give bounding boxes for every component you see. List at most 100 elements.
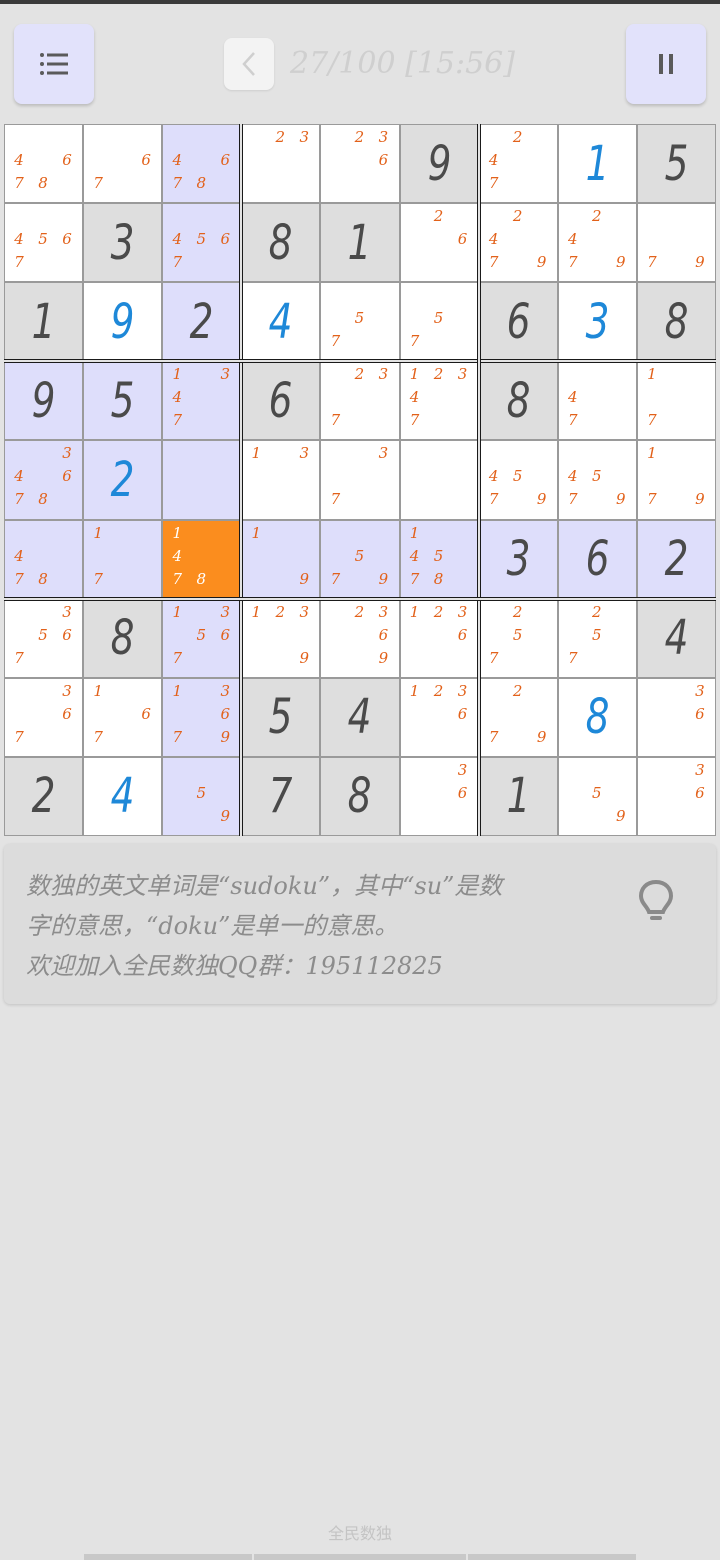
sudoku-cell[interactable]: 17	[84, 520, 162, 598]
sudoku-cell[interactable]: 2	[163, 283, 241, 361]
sudoku-cell[interactable]: 37	[321, 441, 399, 519]
sudoku-cell[interactable]: 1	[558, 125, 636, 203]
sudoku-cell[interactable]: 36	[637, 757, 715, 835]
given-digit: 5	[110, 372, 135, 429]
sudoku-cell[interactable]	[400, 441, 478, 519]
sudoku-cell[interactable]: 13	[242, 441, 320, 519]
sudoku-cell[interactable]: 57	[400, 283, 478, 361]
sudoku-cell[interactable]: 123 6	[400, 678, 478, 756]
sudoku-cell[interactable]: 24 7 9	[558, 204, 636, 282]
sudoku-cell[interactable]: 9	[5, 362, 83, 440]
candidate-note: 7	[488, 727, 499, 746]
sudoku-cell[interactable]: 3 4 6 78	[5, 441, 83, 519]
sudoku-cell[interactable]: 23 6	[321, 125, 399, 203]
sudoku-cell[interactable]: 3 6 7	[5, 678, 83, 756]
sudoku-cell[interactable]: 9	[84, 283, 162, 361]
candidate-note: 5	[512, 625, 523, 644]
sudoku-cell[interactable]: 123 4 7	[400, 362, 478, 440]
sudoku-cell[interactable]: 4	[242, 283, 320, 361]
sudoku-cell[interactable]: 6	[479, 283, 557, 361]
sudoku-cell[interactable]: 8	[558, 678, 636, 756]
candidate-note: 7	[172, 174, 182, 192]
sudoku-cell[interactable]: 1 3 6 7 9	[163, 678, 241, 756]
candidate-note: 4	[567, 388, 578, 407]
sudoku-cell[interactable]: 8	[479, 362, 557, 440]
sudoku-cell[interactable]: 57 9	[321, 520, 399, 598]
sudoku-cell[interactable]: 4 6 78	[163, 125, 241, 203]
sudoku-cell[interactable]: 36	[400, 757, 478, 835]
sudoku-cell[interactable]: 2 7 9	[479, 678, 557, 756]
hint-button[interactable]	[636, 876, 676, 930]
sudoku-cell[interactable]: 3	[558, 283, 636, 361]
sudoku-cell[interactable]: 6	[558, 520, 636, 598]
sudoku-cell[interactable]: 6	[242, 362, 320, 440]
candidate-note: 6	[220, 230, 230, 249]
sudoku-cell[interactable]: 47	[558, 362, 636, 440]
sudoku-cell[interactable]: 8	[84, 599, 162, 677]
sudoku-cell[interactable]: 24 7	[479, 125, 557, 203]
sudoku-cell[interactable]: 1	[321, 204, 399, 282]
sudoku-cell[interactable]: 2	[637, 520, 715, 598]
sudoku-cell[interactable]: 1	[479, 757, 557, 835]
sudoku-cell[interactable]: 356 7	[5, 599, 83, 677]
sudoku-cell[interactable]: 23 7	[321, 362, 399, 440]
sudoku-cell[interactable]: 457 9	[479, 441, 557, 519]
sudoku-cell[interactable]: 1 7 9	[637, 441, 715, 519]
sudoku-cell[interactable]: 1 6 7	[84, 678, 162, 756]
back-button[interactable]	[224, 38, 274, 90]
pause-button[interactable]	[626, 24, 706, 104]
sudoku-cell[interactable]: 9	[400, 125, 478, 203]
candidate-note: 7	[93, 727, 103, 746]
sudoku-cell[interactable]: 5	[242, 678, 320, 756]
sudoku-cell[interactable]: 2 57	[479, 599, 557, 677]
sudoku-cell[interactable]: 3	[479, 520, 557, 598]
sudoku-cell[interactable]: 23 6 9	[321, 599, 399, 677]
sudoku-cell[interactable]: 5	[84, 362, 162, 440]
sudoku-cell[interactable]: 1 4578	[400, 520, 478, 598]
sudoku-cell[interactable]: 23	[242, 125, 320, 203]
sudoku-cell[interactable]: 1 4 78	[163, 520, 241, 598]
sudoku-cell[interactable]: 123 9	[242, 599, 320, 677]
sudoku-cell[interactable]: 5	[637, 125, 715, 203]
given-digit: 2	[664, 531, 689, 588]
sudoku-cell[interactable]: 17	[637, 362, 715, 440]
sudoku-cell[interactable]: 1 3 4 7	[163, 362, 241, 440]
sudoku-cell[interactable]: 24 7 9	[479, 204, 557, 282]
sudoku-cell[interactable]: 123 6	[400, 599, 478, 677]
candidate-note: 1	[172, 681, 182, 700]
sudoku-cell[interactable]: 1 356 7	[163, 599, 241, 677]
sudoku-cell[interactable]: 59	[558, 757, 636, 835]
sudoku-cell[interactable]: 59	[163, 757, 241, 835]
sudoku-cell[interactable]: 26	[400, 204, 478, 282]
entered-digit: 3	[585, 293, 610, 350]
sudoku-cell[interactable]: 2	[84, 441, 162, 519]
sudoku-cell[interactable]: 19	[242, 520, 320, 598]
sudoku-cell[interactable]: 79	[637, 204, 715, 282]
sudoku-cell[interactable]: 67	[84, 125, 162, 203]
sudoku-cell[interactable]: 36	[637, 678, 715, 756]
sudoku-cell[interactable]: 4	[84, 757, 162, 835]
sudoku-cell[interactable]: 457 9	[558, 441, 636, 519]
sudoku-cell[interactable]: 4	[321, 678, 399, 756]
sudoku-cell[interactable]: 8	[321, 757, 399, 835]
sudoku-cell[interactable]: 4 78	[5, 520, 83, 598]
candidate-note: 6	[695, 704, 705, 723]
candidate-note: 1	[409, 365, 420, 384]
sudoku-cell[interactable]: 3	[84, 204, 162, 282]
sudoku-cell[interactable]: 1	[5, 283, 83, 361]
candidate-note: 2	[433, 602, 444, 621]
entered-digit: 4	[110, 768, 135, 825]
sudoku-cell[interactable]: 8	[637, 283, 715, 361]
sudoku-cell[interactable]: 7	[242, 757, 320, 835]
sudoku-cell[interactable]: 4 6 78	[5, 125, 83, 203]
sudoku-cell[interactable]: 456 7	[5, 204, 83, 282]
sudoku-cell[interactable]: 8	[242, 204, 320, 282]
candidate-note: 4	[488, 151, 499, 169]
sudoku-cell[interactable]	[163, 441, 241, 519]
menu-button[interactable]	[14, 24, 94, 104]
sudoku-cell[interactable]: 456 7	[163, 204, 241, 282]
sudoku-cell[interactable]: 2	[5, 757, 83, 835]
sudoku-cell[interactable]: 57	[321, 283, 399, 361]
sudoku-cell[interactable]: 4	[637, 599, 715, 677]
sudoku-cell[interactable]: 2 57	[558, 599, 636, 677]
